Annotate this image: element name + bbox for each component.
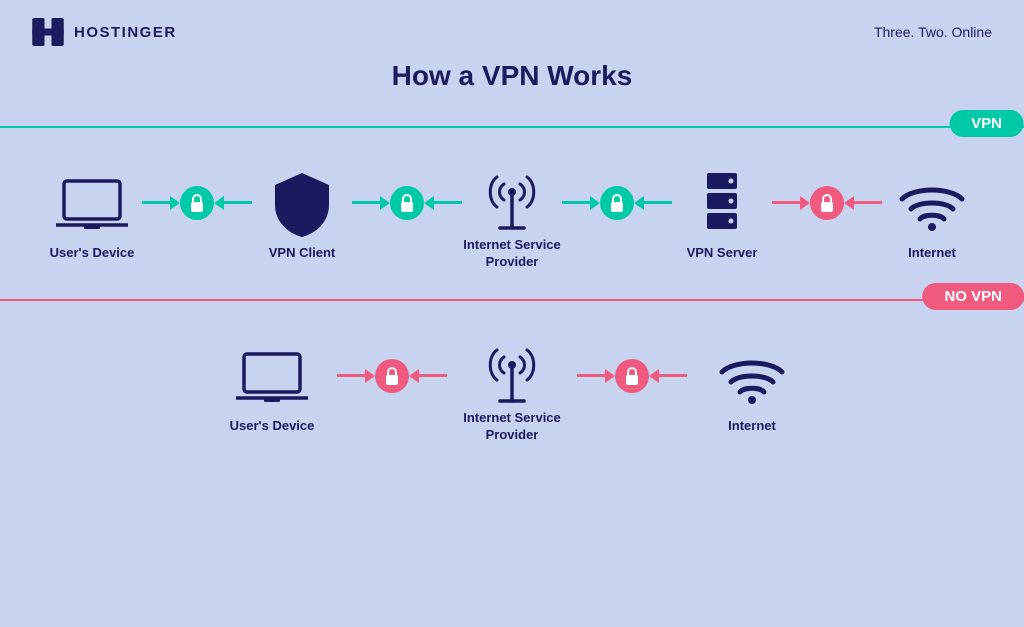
laptop-icon xyxy=(56,177,128,233)
hostinger-logo-icon xyxy=(32,18,64,46)
shield-icon xyxy=(273,171,331,239)
tagline: Three. Two. Online xyxy=(874,24,992,40)
no-vpn-item-isp: Internet ServiceProvider xyxy=(447,336,577,444)
header: HOSTINGER Three. Two. Online xyxy=(0,0,1024,56)
vpn-item-server-label: VPN Server xyxy=(687,245,758,262)
logo-text: HOSTINGER xyxy=(74,24,177,41)
wifi-icon xyxy=(896,177,968,233)
no-vpn-item-laptop: User's Device xyxy=(207,344,337,435)
no-vpn-badge: NO VPN xyxy=(922,283,1024,310)
vpn-item-laptop: User's Device xyxy=(42,171,142,262)
connector-4 xyxy=(772,186,882,220)
no-vpn-laptop-icon xyxy=(236,350,308,406)
no-vpn-wifi-icon xyxy=(716,350,788,406)
vpn-item-isp: Internet ServiceProvider xyxy=(462,163,562,271)
vpn-item-internet: Internet xyxy=(882,171,982,262)
connector-3 xyxy=(562,186,672,220)
no-vpn-antenna-icon xyxy=(482,337,542,403)
antenna-icon xyxy=(482,164,542,230)
server-icon xyxy=(699,171,745,239)
no-vpn-divider-line xyxy=(0,299,1024,301)
vpn-item-server: VPN Server xyxy=(672,171,772,262)
vpn-item-laptop-label: User's Device xyxy=(50,245,135,262)
vpn-item-internet-label: Internet xyxy=(908,245,956,262)
no-vpn-connector-2 xyxy=(577,359,687,393)
vpn-icons-row: User's Device VPN Client xyxy=(0,163,1024,271)
main-title: How a VPN Works xyxy=(0,60,1024,92)
connector-1 xyxy=(142,186,252,220)
no-vpn-connector-1 xyxy=(337,359,447,393)
connector-2 xyxy=(352,186,462,220)
no-vpn-item-internet: Internet xyxy=(687,344,817,435)
no-vpn-item-isp-label: Internet ServiceProvider xyxy=(463,410,561,444)
no-vpn-item-laptop-label: User's Device xyxy=(230,418,315,435)
vpn-divider-line xyxy=(0,126,1024,128)
no-vpn-item-internet-label: Internet xyxy=(728,418,776,435)
no-vpn-icons-row: User's Device xyxy=(0,336,1024,444)
vpn-section: VPN User's Device xyxy=(0,108,1024,271)
no-vpn-section: NO VPN User's Device xyxy=(0,281,1024,444)
vpn-item-shield: VPN Client xyxy=(252,171,352,262)
vpn-item-shield-label: VPN Client xyxy=(269,245,335,262)
logo: HOSTINGER xyxy=(32,18,177,46)
vpn-badge: VPN xyxy=(949,110,1024,137)
vpn-item-isp-label: Internet ServiceProvider xyxy=(463,237,561,271)
